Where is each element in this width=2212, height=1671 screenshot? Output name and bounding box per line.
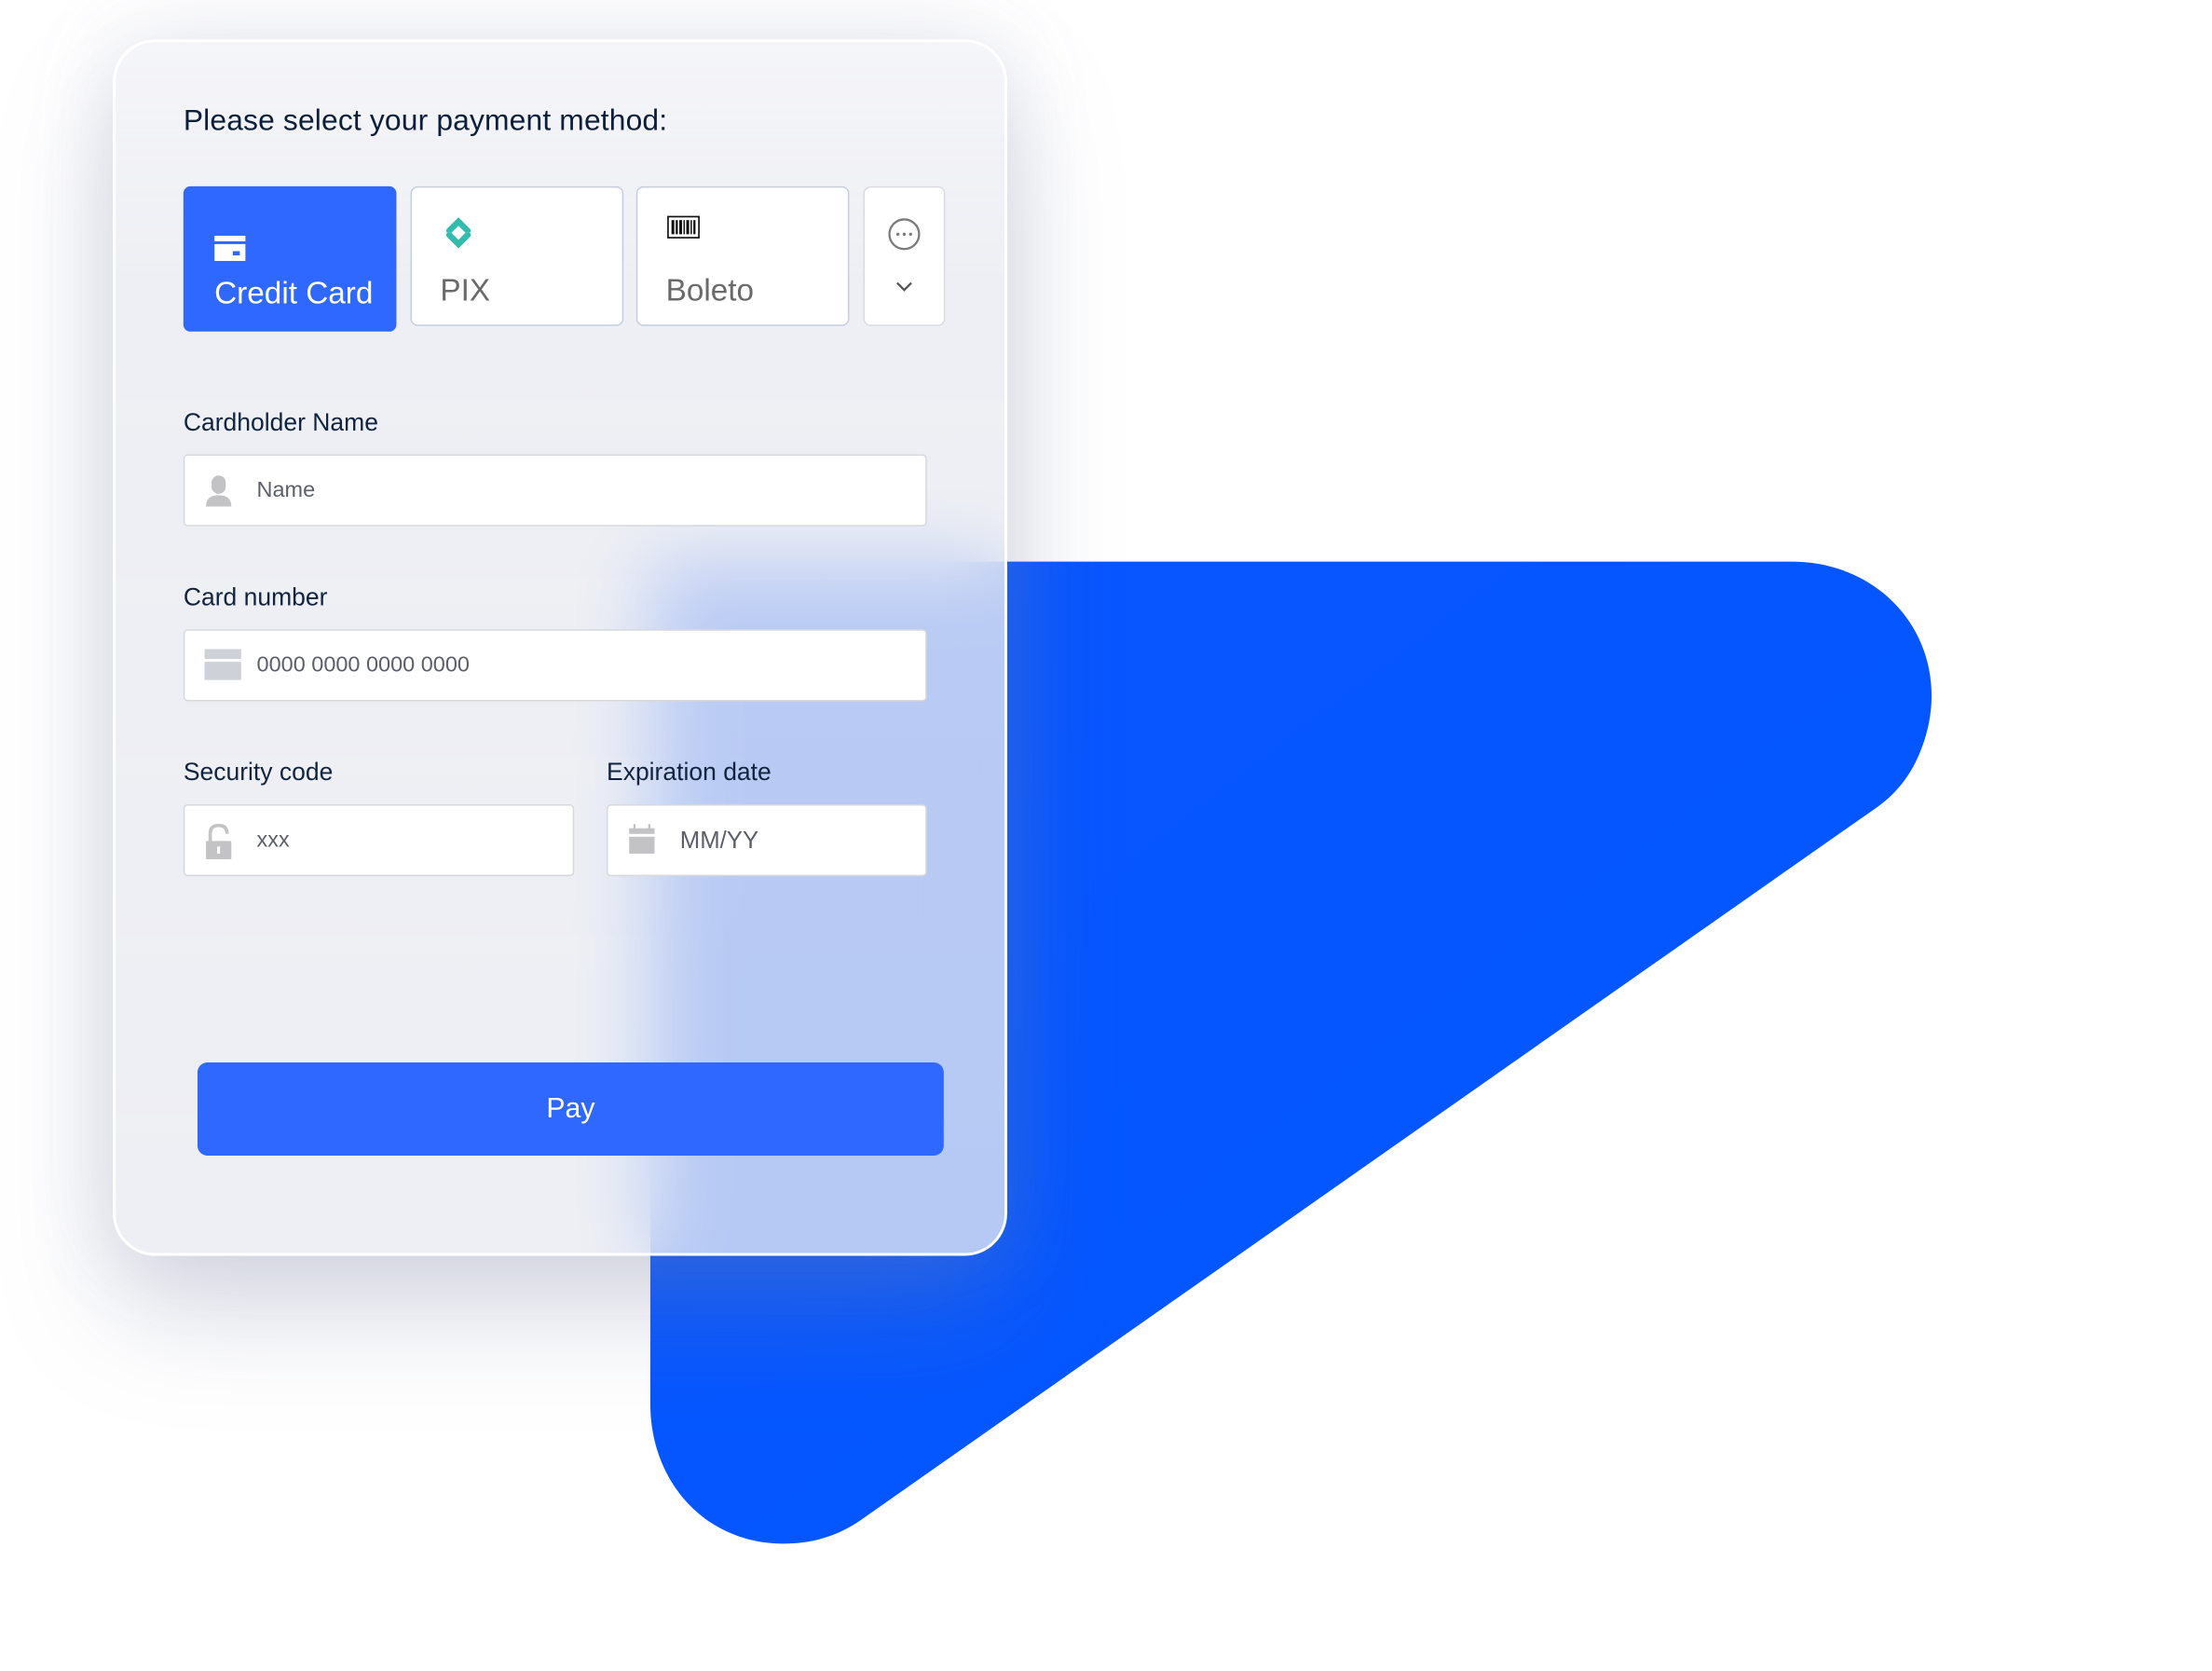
credit-card-icon bbox=[214, 235, 246, 268]
tab-credit-card[interactable]: Credit Card bbox=[183, 185, 397, 332]
tab-label: PIX bbox=[440, 272, 491, 308]
more-payment-methods-button[interactable] bbox=[863, 185, 946, 326]
tab-label: Credit Card bbox=[214, 275, 374, 311]
cardholder-name-field[interactable] bbox=[183, 454, 927, 527]
card-number-label: Card number bbox=[183, 582, 328, 611]
pay-button[interactable]: Pay bbox=[197, 1062, 944, 1156]
more-options-icon bbox=[887, 217, 921, 258]
calendar-icon bbox=[628, 824, 656, 862]
card-number-input[interactable] bbox=[256, 630, 775, 700]
security-code-input[interactable] bbox=[256, 805, 528, 875]
pix-icon bbox=[442, 216, 475, 257]
cardholder-name-input[interactable] bbox=[256, 456, 775, 526]
expiration-date-label: Expiration date bbox=[607, 758, 771, 787]
security-code-label: Security code bbox=[183, 758, 334, 787]
tab-boleto[interactable]: Boleto bbox=[635, 185, 850, 326]
tab-label: Boleto bbox=[665, 272, 755, 308]
payment-card: Please select your payment method: Credi… bbox=[113, 39, 1007, 1256]
user-icon bbox=[205, 474, 233, 515]
chevron-down-icon bbox=[895, 274, 912, 299]
expiration-date-field[interactable] bbox=[607, 803, 927, 877]
barcode-icon bbox=[666, 215, 701, 246]
security-code-field[interactable] bbox=[183, 803, 575, 877]
card-icon bbox=[204, 649, 241, 687]
expiration-date-input[interactable] bbox=[679, 805, 903, 875]
tab-pix[interactable]: PIX bbox=[410, 185, 624, 326]
lock-icon bbox=[205, 823, 233, 868]
cardholder-name-label: Cardholder Name bbox=[183, 407, 378, 436]
payment-method-heading: Please select your payment method: bbox=[183, 104, 668, 137]
card-number-field[interactable] bbox=[183, 629, 927, 702]
stage: Please select your payment method: Credi… bbox=[0, 0, 2212, 1671]
